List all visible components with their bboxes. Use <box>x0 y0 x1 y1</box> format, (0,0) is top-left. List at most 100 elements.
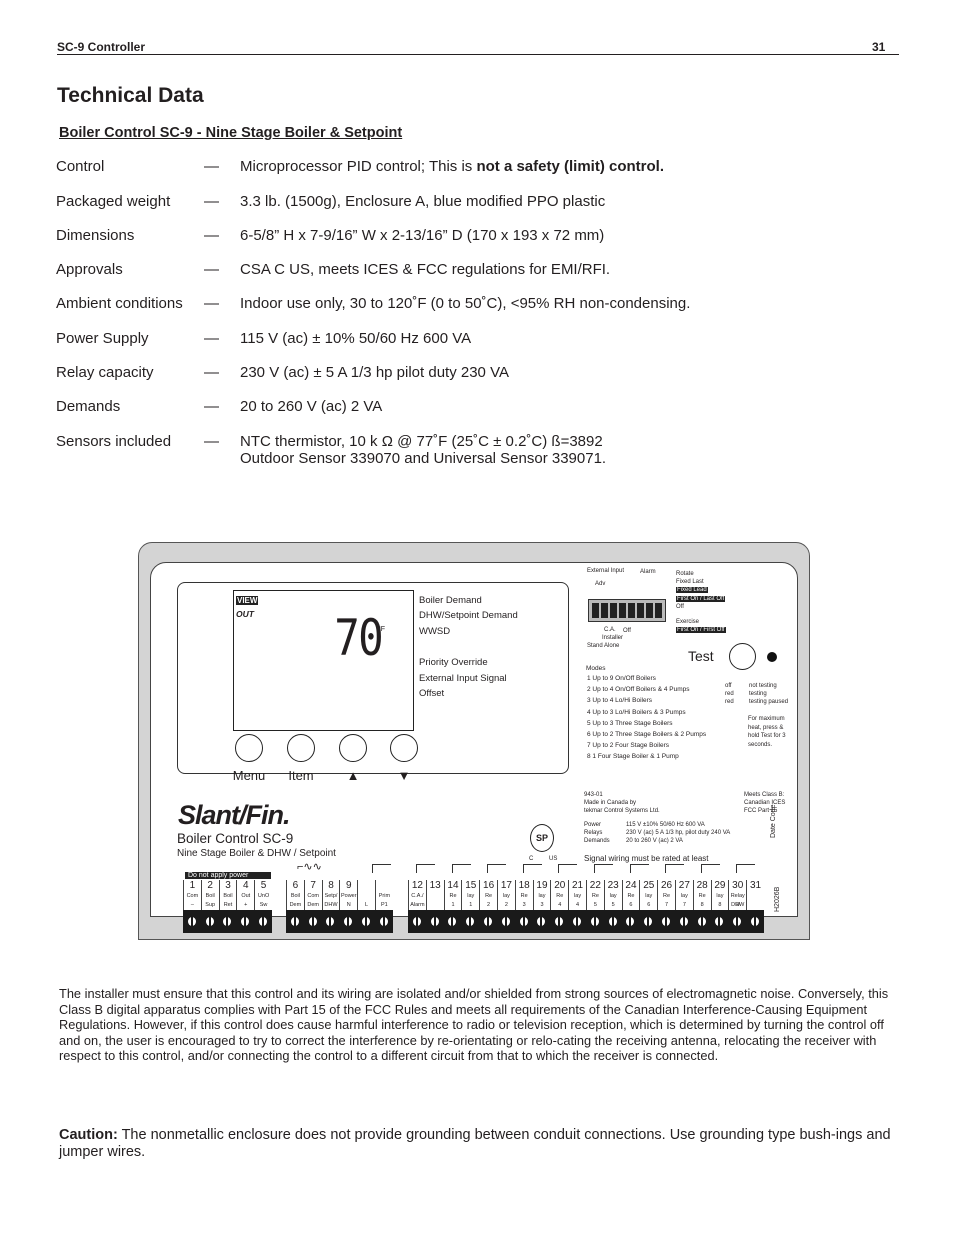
terminal-label: Power <box>339 892 357 901</box>
terminal-25[interactable]: 25 lay 6 <box>639 880 658 933</box>
terminal-screw[interactable] <box>461 910 480 933</box>
relay-contact-icon <box>594 864 613 873</box>
terminal-screw[interactable] <box>550 910 569 933</box>
relay-contact-icon <box>451 864 471 873</box>
terminal-screw[interactable] <box>425 910 444 933</box>
terminal-21[interactable]: 21 lay 4 <box>568 880 586 933</box>
spec-value: 20 to 260 V (ac) 2 VA <box>240 398 382 415</box>
terminal-screw[interactable] <box>218 910 237 933</box>
terminal-screw[interactable] <box>286 910 304 933</box>
terminal-14[interactable]: 14 Re 1 <box>443 880 462 933</box>
mode-item: 6 Up to 2 Three Stage Boilers & 2 Pumps <box>587 731 707 738</box>
terminal-19[interactable]: 19 lay 3 <box>532 880 551 933</box>
spec-key: Demands <box>56 398 121 415</box>
terminal-20[interactable]: 20 Re 4 <box>550 880 569 933</box>
lcd-out-label: OUT <box>236 609 254 619</box>
terminal-screw[interactable] <box>321 910 340 933</box>
terminal-3[interactable]: 3 Boil Ret <box>218 880 237 933</box>
led-meaning: not testing <box>749 683 777 689</box>
terminal-screw[interactable] <box>710 910 729 933</box>
terminal-screw[interactable] <box>254 910 272 933</box>
class-b-line: FCC Part 15 <box>744 808 778 814</box>
terminal-13[interactable]: 13 <box>425 880 444 933</box>
terminal-23[interactable]: 23 lay 5 <box>603 880 622 933</box>
terminal-number <box>357 880 375 892</box>
terminal-6[interactable]: 6 Boil Dem <box>286 880 304 933</box>
terminal-1[interactable]: 1 Com – <box>183 880 201 933</box>
terminal-screw[interactable] <box>339 910 358 933</box>
terminal-screw[interactable] <box>746 910 764 933</box>
do-not-apply-power-label: Do not apply power <box>185 872 271 879</box>
terminal-screw[interactable] <box>728 910 747 933</box>
terminal-label: Re <box>443 892 462 901</box>
terminal-sublabel: 1 <box>461 901 479 910</box>
screw-icon <box>644 917 653 926</box>
terminal-screw[interactable] <box>692 910 711 933</box>
terminal-2[interactable]: 2 Boil Sup <box>200 880 219 933</box>
terminal-screw[interactable] <box>236 910 255 933</box>
terminal-5[interactable]: 5 UnO Sw <box>254 880 272 933</box>
terminal-label: Re <box>657 892 675 901</box>
terminal-24[interactable]: 24 Re 6 <box>621 880 640 933</box>
terminal-26[interactable]: 26 Re 7 <box>657 880 675 933</box>
terminal-27[interactable]: 27 lay 7 <box>674 880 693 933</box>
terminal-screw[interactable] <box>303 910 322 933</box>
terminal-sublabel: 3 <box>514 901 533 910</box>
slantfin-logo: Slant/Fin. <box>178 800 290 830</box>
terminal-screw[interactable] <box>514 910 533 933</box>
terminal-label: C.A./ <box>408 892 426 901</box>
button-up[interactable] <box>339 734 367 762</box>
spec-key: Sensors included <box>56 433 172 450</box>
terminal-screw[interactable] <box>183 910 201 933</box>
terminal-number: 21 <box>568 880 586 892</box>
terminal-number: 18 <box>514 880 533 892</box>
header-rule <box>57 54 899 55</box>
terminal-group-3: 12 C.A./Alarm 13 14 Re 1 15 lay 1 16 Re 2 17 lay 2 18 Re… <box>408 880 764 933</box>
terminal-17[interactable]: 17 lay 2 <box>496 880 515 933</box>
terminal-screw[interactable] <box>496 910 515 933</box>
terminal-31[interactable]: 31 <box>746 880 764 933</box>
indicator-label: DHW/Setpoint Demand <box>419 610 518 621</box>
terminal-screw[interactable] <box>568 910 586 933</box>
terminal-screw[interactable] <box>479 910 497 933</box>
terminal-screw[interactable] <box>603 910 622 933</box>
terminal-9[interactable]: 9 Power N <box>339 880 358 933</box>
terminal-29[interactable]: 29 lay 8 <box>710 880 729 933</box>
terminal-label: UnO <box>254 892 272 901</box>
terminal-22[interactable]: 22 Re 5 <box>585 880 604 933</box>
relay-contact-icon <box>487 864 507 873</box>
terminal-screw[interactable] <box>674 910 693 933</box>
dip-label: First On / First Off <box>676 627 726 633</box>
terminal-28[interactable]: 28 Re 8 <box>692 880 711 933</box>
terminal-18[interactable]: 18 Re 3 <box>514 880 533 933</box>
terminal-15[interactable]: 15 lay 1 <box>461 880 480 933</box>
spec-dash: — <box>204 330 219 347</box>
terminal-7[interactable]: 7 Com Dem <box>303 880 322 933</box>
terminal-8[interactable]: 8 Setp/DHW <box>321 880 340 933</box>
terminal-screw[interactable] <box>374 910 393 933</box>
screw-icon <box>448 917 457 926</box>
terminal-16[interactable]: 16 Re 2 <box>479 880 497 933</box>
spec-value: NTC thermistor, 10 k Ω @ 77˚F (25˚C ± 0.… <box>240 433 606 467</box>
rating-label: Power <box>584 822 602 828</box>
terminal-30[interactable]: 30 Relay 9/DHW <box>728 880 747 933</box>
terminal-g1-5[interactable]: Prim P1 <box>374 880 393 933</box>
terminal-screw[interactable] <box>621 910 640 933</box>
terminal-screw[interactable] <box>657 910 675 933</box>
terminal-screw[interactable] <box>443 910 462 933</box>
terminal-12[interactable]: 12 C.A./Alarm <box>408 880 426 933</box>
terminal-screw[interactable] <box>639 910 658 933</box>
terminal-screw[interactable] <box>408 910 426 933</box>
terminal-g1-4[interactable]: L <box>357 880 375 933</box>
terminal-screw[interactable] <box>585 910 604 933</box>
terminal-label: lay <box>568 892 586 901</box>
test-button[interactable] <box>729 643 756 670</box>
button-down[interactable] <box>390 734 418 762</box>
button-label: ▲ <box>346 768 360 783</box>
terminal-screw[interactable] <box>200 910 219 933</box>
button-item[interactable] <box>287 734 315 762</box>
terminal-screw[interactable] <box>532 910 551 933</box>
terminal-4[interactable]: 4 Out + <box>236 880 255 933</box>
button-menu[interactable] <box>235 734 263 762</box>
terminal-screw[interactable] <box>357 910 375 933</box>
